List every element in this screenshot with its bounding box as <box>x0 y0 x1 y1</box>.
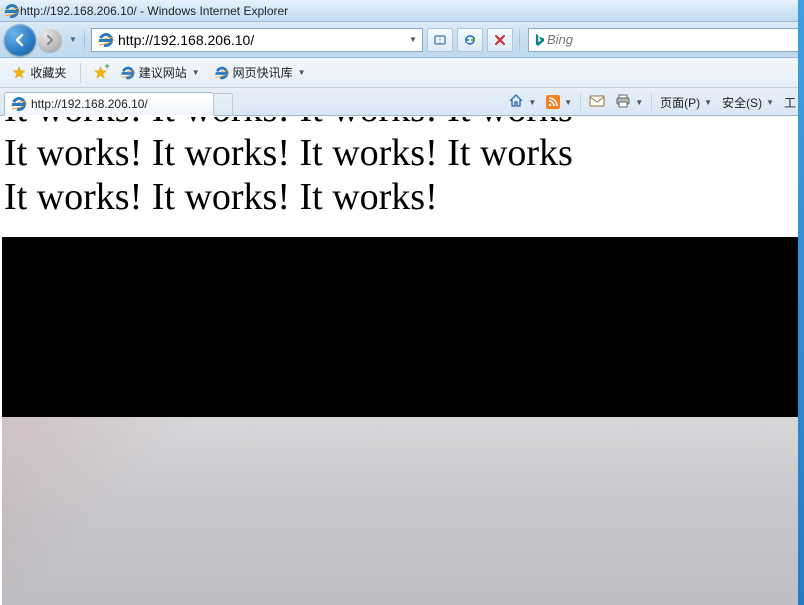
suggested-sites-label: 建议网站 <box>139 64 187 81</box>
home-button[interactable]: ▼ <box>504 91 540 113</box>
page-menu-button[interactable]: 页面(P) ▼ <box>656 91 716 113</box>
address-dropdown[interactable]: ▼ <box>406 35 420 44</box>
page-text-line: It works! It works! It works! It works <box>0 131 804 175</box>
rss-icon <box>546 95 560 109</box>
star-icon: ★ <box>12 63 26 83</box>
feeds-button[interactable]: ▼ <box>542 91 576 113</box>
safety-menu-button[interactable]: 安全(S) ▼ <box>718 91 778 113</box>
content-black-region <box>2 237 804 417</box>
navigation-bar: ▼ ▼ <box>0 22 804 58</box>
ie-icon <box>121 65 135 79</box>
dropdown-icon: ▼ <box>562 98 572 107</box>
tools-menu-label: 工 <box>784 94 796 111</box>
new-tab-button[interactable] <box>213 93 233 115</box>
address-input[interactable] <box>118 32 406 48</box>
ie-icon <box>4 3 20 19</box>
tab-title: http://192.168.206.10/ <box>31 97 207 111</box>
dropdown-icon: ▼ <box>764 98 774 107</box>
separator <box>580 93 581 111</box>
page-menu-label: 页面(P) <box>660 94 700 111</box>
forward-button[interactable] <box>38 28 62 52</box>
star-add-icon: ★+ <box>93 63 107 83</box>
page-icon <box>98 32 114 48</box>
page-text-line: It works! It works! It works! It works <box>0 116 804 131</box>
tab-bar: http://192.168.206.10/ ▼ ▼ ▼ <box>0 88 804 116</box>
mail-icon <box>589 95 605 110</box>
text: It works! It works! It works! It works <box>4 116 573 130</box>
browser-tab[interactable]: http://192.168.206.10/ <box>4 92 214 116</box>
refresh-button[interactable] <box>457 28 483 52</box>
home-icon <box>508 93 524 112</box>
separator <box>651 93 652 111</box>
web-slice-label: 网页快讯库 <box>233 64 293 81</box>
separator <box>519 26 520 54</box>
tools-menu-button[interactable]: 工 <box>780 91 800 113</box>
title-bar: http://192.168.206.10/ - Windows Interne… <box>0 0 804 22</box>
safety-menu-label: 安全(S) <box>722 94 762 111</box>
read-mail-button[interactable] <box>585 91 609 113</box>
ie-icon <box>214 65 228 79</box>
separator <box>80 63 81 83</box>
favorites-button[interactable]: ★ 收藏夹 <box>6 61 72 85</box>
window-title: http://192.168.206.10/ - Windows Interne… <box>20 4 288 18</box>
suggested-sites-button[interactable]: 建议网站 ▼ <box>116 62 206 83</box>
print-button[interactable]: ▼ <box>611 91 647 113</box>
separator <box>84 26 85 54</box>
add-to-favorites-bar-button[interactable]: ★+ <box>89 61 111 85</box>
stop-button[interactable] <box>487 28 513 52</box>
bing-icon <box>533 33 547 47</box>
window-right-edge <box>798 0 804 605</box>
dropdown-icon: ▼ <box>702 98 712 107</box>
favorites-bar: ★ 收藏夹 ★+ 建议网站 ▼ 网页快讯库 ▼ <box>0 58 804 88</box>
web-slice-gallery-button[interactable]: 网页快讯库 ▼ <box>210 62 312 83</box>
favorites-label: 收藏夹 <box>30 64 66 81</box>
dropdown-icon: ▼ <box>526 98 536 107</box>
dropdown-icon: ▼ <box>190 68 202 77</box>
dropdown-icon: ▼ <box>296 68 308 77</box>
search-box[interactable] <box>528 28 800 52</box>
address-bar[interactable]: ▼ <box>91 28 423 52</box>
content-grey-region <box>2 417 804 605</box>
search-input[interactable] <box>547 32 795 47</box>
printer-icon <box>615 94 631 111</box>
page-icon <box>11 96 27 112</box>
command-bar: ▼ ▼ ▼ 页面(P) ▼ 安全(S) ▼ <box>504 90 800 114</box>
page-content: It works! It works! It works! It works I… <box>0 116 804 605</box>
page-text-line: It works! It works! It works! <box>0 175 804 219</box>
nav-history-dropdown[interactable]: ▼ <box>68 26 78 54</box>
compat-view-button[interactable] <box>427 28 453 52</box>
back-button[interactable] <box>4 24 36 56</box>
dropdown-icon: ▼ <box>633 98 643 107</box>
